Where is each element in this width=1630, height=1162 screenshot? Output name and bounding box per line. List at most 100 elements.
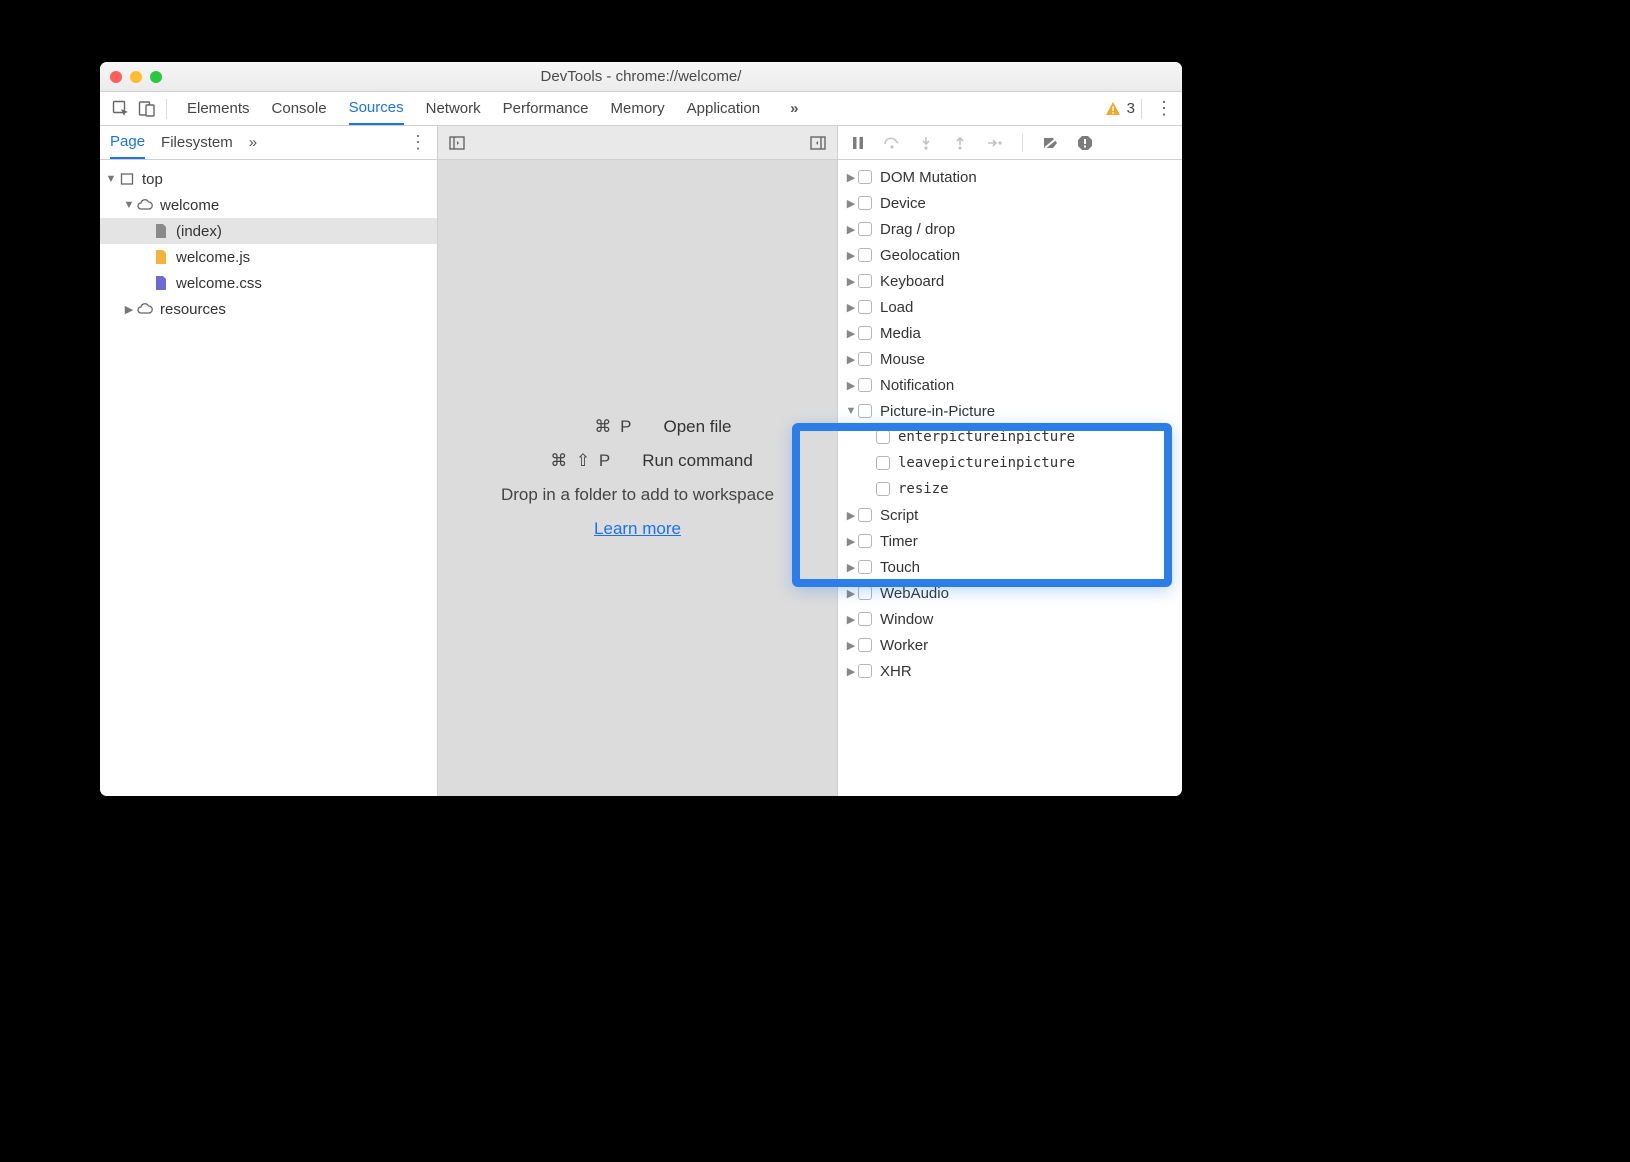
- tree-label: (index): [176, 223, 222, 240]
- main-toolbar: Elements Console Sources Network Perform…: [100, 92, 1182, 126]
- navigator-more-icon[interactable]: ⋮: [409, 132, 427, 153]
- bp-event-resize[interactable]: resize: [838, 476, 1182, 502]
- step-over-icon[interactable]: [882, 133, 902, 153]
- checkbox[interactable]: [858, 352, 872, 366]
- tree-file-welcome-js[interactable]: welcome.js: [100, 244, 437, 270]
- bp-category-worker[interactable]: ▶Worker: [838, 632, 1182, 658]
- checkbox[interactable]: [876, 482, 890, 496]
- tree-file-index[interactable]: (index): [100, 218, 437, 244]
- checkbox[interactable]: [858, 222, 872, 236]
- disclosure-open-icon: ▼: [104, 173, 118, 185]
- navigator-tab-filesystem[interactable]: Filesystem: [161, 134, 233, 151]
- tab-network[interactable]: Network: [426, 92, 481, 125]
- navigator-overflow-icon[interactable]: »: [249, 134, 257, 151]
- bp-category-script[interactable]: ▶Script: [838, 502, 1182, 528]
- device-toolbar-icon[interactable]: [134, 96, 160, 122]
- step-icon[interactable]: [984, 133, 1004, 153]
- category-label: Window: [880, 611, 933, 628]
- bp-category-timer[interactable]: ▶Timer: [838, 528, 1182, 554]
- tabs-overflow-icon[interactable]: »: [782, 100, 806, 117]
- bp-category-mouse[interactable]: ▶Mouse: [838, 346, 1182, 372]
- bp-category-window[interactable]: ▶Window: [838, 606, 1182, 632]
- disclosure-closed-icon: ▶: [844, 327, 858, 340]
- bp-category-webaudio[interactable]: ▶WebAudio: [838, 580, 1182, 606]
- checkbox[interactable]: [876, 430, 890, 444]
- warnings-button[interactable]: 3: [1105, 100, 1135, 117]
- checkbox[interactable]: [858, 248, 872, 262]
- category-label: Load: [880, 299, 913, 316]
- category-label: Geolocation: [880, 247, 960, 264]
- step-out-icon[interactable]: [950, 133, 970, 153]
- pause-on-exceptions-icon[interactable]: [1075, 133, 1095, 153]
- tab-console[interactable]: Console: [272, 92, 327, 125]
- tree-file-welcome-css[interactable]: welcome.css: [100, 270, 437, 296]
- checkbox[interactable]: [876, 456, 890, 470]
- hint-label: Run command: [642, 451, 753, 471]
- tree-domain-resources[interactable]: ▶ resources: [100, 296, 437, 322]
- bp-category-touch[interactable]: ▶Touch: [838, 554, 1182, 580]
- bp-event-enterpictureinpicture[interactable]: enterpictureinpicture: [838, 424, 1182, 450]
- bp-category-device[interactable]: ▶Device: [838, 190, 1182, 216]
- category-label: Touch: [880, 559, 920, 576]
- deactivate-breakpoints-icon[interactable]: [1041, 133, 1061, 153]
- toolbar-separator: [1141, 99, 1142, 119]
- disclosure-open-icon: ▼: [122, 199, 136, 211]
- checkbox[interactable]: [858, 534, 872, 548]
- tab-elements[interactable]: Elements: [187, 92, 250, 125]
- checkbox[interactable]: [858, 170, 872, 184]
- checkbox[interactable]: [858, 560, 872, 574]
- inspect-element-icon[interactable]: [108, 96, 134, 122]
- checkbox[interactable]: [858, 586, 872, 600]
- disclosure-closed-icon: ▶: [844, 509, 858, 522]
- zoom-traffic-icon[interactable]: [150, 71, 162, 83]
- pause-icon[interactable]: [848, 133, 868, 153]
- tab-memory[interactable]: Memory: [611, 92, 665, 125]
- hint-label: Open file: [663, 417, 731, 437]
- bp-category-picture-in-picture[interactable]: ▼ Picture-in-Picture: [838, 398, 1182, 424]
- learn-more-link[interactable]: Learn more: [594, 519, 681, 539]
- bp-category-keyboard[interactable]: ▶Keyboard: [838, 268, 1182, 294]
- checkbox[interactable]: [858, 196, 872, 210]
- bp-category-xhr[interactable]: ▶XHR: [838, 658, 1182, 684]
- close-traffic-icon[interactable]: [110, 71, 122, 83]
- checkbox[interactable]: [858, 664, 872, 678]
- window-title: DevTools - chrome://welcome/: [100, 68, 1182, 85]
- bp-category-media[interactable]: ▶Media: [838, 320, 1182, 346]
- minimize-traffic-icon[interactable]: [130, 71, 142, 83]
- checkbox[interactable]: [858, 274, 872, 288]
- checkbox[interactable]: [858, 638, 872, 652]
- checkbox[interactable]: [858, 378, 872, 392]
- more-options-icon[interactable]: ⋮: [1154, 98, 1174, 119]
- traffic-lights: [110, 71, 162, 83]
- checkbox[interactable]: [858, 612, 872, 626]
- disclosure-closed-icon: ▶: [844, 249, 858, 262]
- tab-performance[interactable]: Performance: [503, 92, 589, 125]
- show-debugger-icon[interactable]: [809, 134, 827, 152]
- event-label: enterpictureinpicture: [898, 429, 1075, 445]
- checkbox[interactable]: [858, 508, 872, 522]
- tab-sources[interactable]: Sources: [349, 92, 404, 125]
- debugger-separator: [1022, 134, 1023, 152]
- disclosure-closed-icon: ▶: [844, 665, 858, 678]
- checkbox[interactable]: [858, 404, 872, 418]
- disclosure-closed-icon: ▶: [844, 587, 858, 600]
- bp-category-load[interactable]: ▶ Load: [838, 294, 1182, 320]
- navigator-tab-page[interactable]: Page: [110, 126, 145, 159]
- open-file-hint: ⌘ P Open file: [543, 417, 731, 437]
- tab-application[interactable]: Application: [687, 92, 760, 125]
- bp-event-leavepictureinpicture[interactable]: leavepictureinpicture: [838, 450, 1182, 476]
- bp-category-drag-drop[interactable]: ▶Drag / drop: [838, 216, 1182, 242]
- devtools-window: DevTools - chrome://welcome/ Elements Co…: [100, 62, 1182, 796]
- checkbox[interactable]: [858, 326, 872, 340]
- tree-label: top: [142, 171, 163, 188]
- step-into-icon[interactable]: [916, 133, 936, 153]
- bp-category-dom-mutation[interactable]: ▶DOM Mutation: [838, 164, 1182, 190]
- js-file-icon: [152, 250, 170, 264]
- disclosure-closed-icon: ▶: [844, 301, 858, 314]
- show-navigator-icon[interactable]: [448, 134, 466, 152]
- checkbox[interactable]: [858, 300, 872, 314]
- tree-top-frame[interactable]: ▼ top: [100, 166, 437, 192]
- bp-category-notification[interactable]: ▶Notification: [838, 372, 1182, 398]
- bp-category-geolocation[interactable]: ▶ Geolocation: [838, 242, 1182, 268]
- tree-domain-welcome[interactable]: ▼ welcome: [100, 192, 437, 218]
